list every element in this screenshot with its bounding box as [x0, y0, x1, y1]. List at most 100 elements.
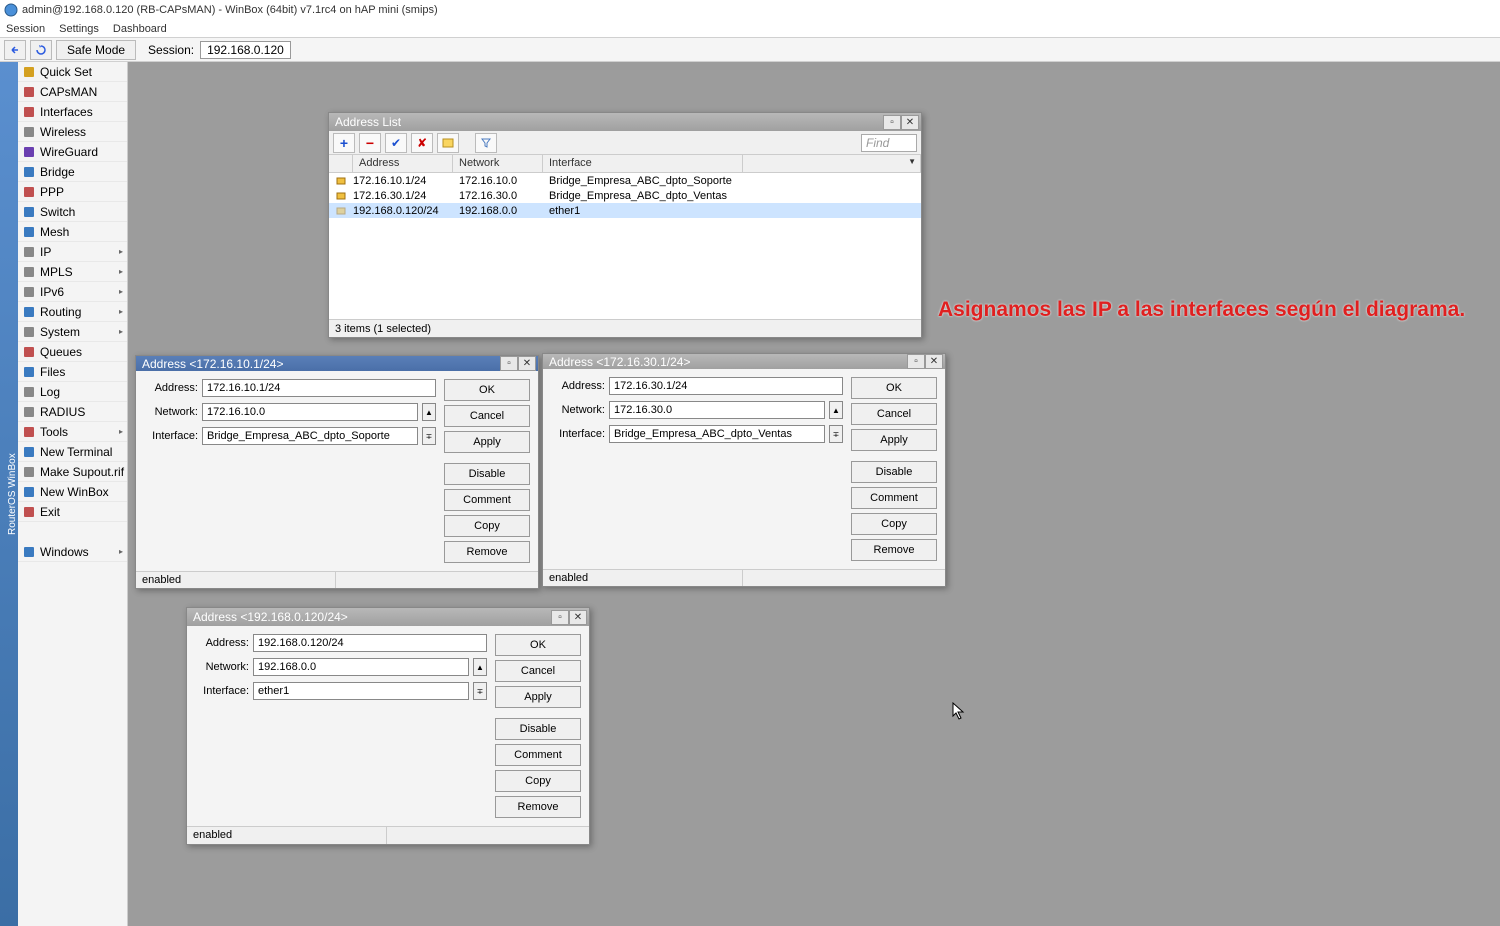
chevron-down-icon[interactable]: ∓	[422, 427, 436, 445]
address-input[interactable]: 172.16.10.1/24	[202, 379, 436, 397]
cap-icon	[22, 85, 36, 99]
sidebar: Quick SetCAPsMANInterfacesWirelessWireGu…	[18, 62, 128, 926]
menu-session[interactable]: Session	[6, 23, 45, 35]
address-input[interactable]: 192.168.0.120/24	[253, 634, 487, 652]
sidebar-item-log[interactable]: Log	[18, 382, 127, 402]
disable-button[interactable]: ✘	[411, 133, 433, 153]
minimize-icon[interactable]: ▫	[883, 115, 901, 130]
sidebar-item-files[interactable]: Files	[18, 362, 127, 382]
cancel-button[interactable]: Cancel	[851, 403, 937, 425]
chevron-up-icon[interactable]: ▲	[473, 658, 487, 676]
minimize-icon[interactable]: ▫	[551, 610, 569, 625]
sidebar-item-queues[interactable]: Queues	[18, 342, 127, 362]
chevron-right-icon: ▸	[119, 287, 123, 296]
chevron-down-icon[interactable]: ∓	[473, 682, 487, 700]
window-title[interactable]: Address <172.16.10.1/24> ▫ ✕	[136, 356, 538, 371]
network-input[interactable]: 192.168.0.0	[253, 658, 469, 676]
undo-button[interactable]	[4, 40, 26, 60]
sidebar-item-interfaces[interactable]: Interfaces	[18, 102, 127, 122]
sidebar-item-exit[interactable]: Exit	[18, 502, 127, 522]
wg-icon	[22, 145, 36, 159]
remove-button[interactable]: −	[359, 133, 381, 153]
table-row[interactable]: 172.16.10.1/24172.16.10.0Bridge_Empresa_…	[329, 173, 921, 188]
redo-button[interactable]	[30, 40, 52, 60]
cancel-button[interactable]: Cancel	[495, 660, 581, 682]
sidebar-item-make-supout-rif[interactable]: Make Supout.rif	[18, 462, 127, 482]
sidebar-item-mpls[interactable]: MPLS▸	[18, 262, 127, 282]
sidebar-item-mesh[interactable]: Mesh	[18, 222, 127, 242]
sidebar-item-ipv6[interactable]: IPv6▸	[18, 282, 127, 302]
sidebar-item-bridge[interactable]: Bridge	[18, 162, 127, 182]
sidebar-item-new-terminal[interactable]: New Terminal	[18, 442, 127, 462]
copy-button[interactable]: Copy	[495, 770, 581, 792]
comment-button[interactable]: Comment	[495, 744, 581, 766]
disable-button[interactable]: Disable	[495, 718, 581, 740]
minimize-icon[interactable]: ▫	[500, 356, 518, 371]
sidebar-item-system[interactable]: System▸	[18, 322, 127, 342]
sidebar-item-windows[interactable]: Windows▸	[18, 542, 127, 562]
radius-icon	[22, 405, 36, 419]
menu-settings[interactable]: Settings	[59, 23, 99, 35]
queues-icon	[22, 345, 36, 359]
copy-button[interactable]: Copy	[444, 515, 530, 537]
filter-button[interactable]	[475, 133, 497, 153]
chevron-right-icon: ▸	[119, 547, 123, 556]
comment-button[interactable]: Comment	[851, 487, 937, 509]
chevron-down-icon[interactable]: ∓	[829, 425, 843, 443]
sidebar-item-ip[interactable]: IP▸	[18, 242, 127, 262]
chevron-up-icon[interactable]: ▲	[829, 401, 843, 419]
sidebar-item-wireguard[interactable]: WireGuard	[18, 142, 127, 162]
comment-button[interactable]	[437, 133, 459, 153]
menu-dashboard[interactable]: Dashboard	[113, 23, 167, 35]
remove-button[interactable]: Remove	[495, 796, 581, 818]
find-input[interactable]: Find	[861, 134, 917, 152]
table-row[interactable]: 192.168.0.120/24192.168.0.0ether1	[329, 203, 921, 218]
sidebar-item-radius[interactable]: RADIUS	[18, 402, 127, 422]
interface-select[interactable]: Bridge_Empresa_ABC_dpto_Ventas	[609, 425, 825, 443]
interface-select[interactable]: Bridge_Empresa_ABC_dpto_Soporte	[202, 427, 418, 445]
mesh-icon	[22, 225, 36, 239]
window-title[interactable]: Address <192.168.0.120/24> ▫ ✕	[187, 608, 589, 626]
disable-button[interactable]: Disable	[851, 461, 937, 483]
address-input[interactable]: 172.16.30.1/24	[609, 377, 843, 395]
minimize-icon[interactable]: ▫	[907, 354, 925, 369]
close-icon[interactable]: ✕	[925, 354, 943, 369]
apply-button[interactable]: Apply	[851, 429, 937, 451]
close-icon[interactable]: ✕	[518, 356, 536, 371]
remove-button[interactable]: Remove	[851, 539, 937, 561]
sidebar-item-routing[interactable]: Routing▸	[18, 302, 127, 322]
copy-button[interactable]: Copy	[851, 513, 937, 535]
chevron-right-icon: ▸	[119, 307, 123, 316]
ok-button[interactable]: OK	[495, 634, 581, 656]
interface-select[interactable]: ether1	[253, 682, 469, 700]
address-table: Address Network Interface ▼ 172.16.10.1/…	[329, 155, 921, 319]
ok-button[interactable]: OK	[444, 379, 530, 401]
remove-button[interactable]: Remove	[444, 541, 530, 563]
ok-button[interactable]: OK	[851, 377, 937, 399]
window-title[interactable]: Address List ▫ ✕	[329, 113, 921, 131]
network-input[interactable]: 172.16.10.0	[202, 403, 418, 421]
sidebar-item-tools[interactable]: Tools▸	[18, 422, 127, 442]
sidebar-item-wireless[interactable]: Wireless	[18, 122, 127, 142]
sidebar-item-switch[interactable]: Switch	[18, 202, 127, 222]
comment-button[interactable]: Comment	[444, 489, 530, 511]
window-title[interactable]: Address <172.16.30.1/24> ▫ ✕	[543, 354, 945, 369]
sidebar-item-new-winbox[interactable]: New WinBox	[18, 482, 127, 502]
sidebar-item-ppp[interactable]: PPP	[18, 182, 127, 202]
disable-button[interactable]: Disable	[444, 463, 530, 485]
enable-button[interactable]: ✔	[385, 133, 407, 153]
close-icon[interactable]: ✕	[901, 115, 919, 130]
apply-button[interactable]: Apply	[495, 686, 581, 708]
routing-icon	[22, 305, 36, 319]
network-input[interactable]: 172.16.30.0	[609, 401, 825, 419]
chevron-up-icon[interactable]: ▲	[422, 403, 436, 421]
cursor-icon	[952, 702, 966, 722]
safe-mode-button[interactable]: Safe Mode	[56, 40, 136, 60]
table-row[interactable]: 172.16.30.1/24172.16.30.0Bridge_Empresa_…	[329, 188, 921, 203]
sidebar-item-quick-set[interactable]: Quick Set	[18, 62, 127, 82]
close-icon[interactable]: ✕	[569, 610, 587, 625]
cancel-button[interactable]: Cancel	[444, 405, 530, 427]
sidebar-item-capsman[interactable]: CAPsMAN	[18, 82, 127, 102]
apply-button[interactable]: Apply	[444, 431, 530, 453]
add-button[interactable]: +	[333, 133, 355, 153]
